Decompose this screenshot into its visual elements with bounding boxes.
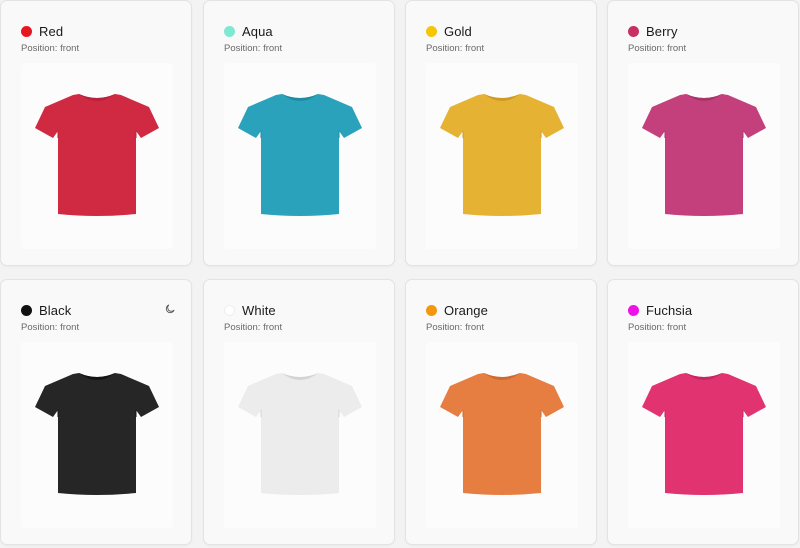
tshirt-image: [35, 94, 159, 216]
card-header: White: [224, 301, 276, 319]
card-header: Fuchsia: [628, 301, 692, 319]
color-swatch-dot: [224, 304, 235, 316]
card-header: Gold: [426, 22, 472, 40]
color-card-aqua[interactable]: Aqua Position: front: [203, 0, 395, 266]
color-swatch-dot: [628, 25, 639, 37]
color-name: Fuchsia: [646, 302, 693, 318]
tshirt-image: [35, 373, 159, 495]
tshirt-preview: [628, 63, 780, 249]
tshirt-preview: [628, 342, 780, 528]
color-swatch-dot: [21, 304, 32, 316]
tshirt-image: [440, 94, 564, 216]
tshirt-body: [642, 373, 766, 495]
tshirt-image: [238, 373, 362, 495]
tshirt-body: [440, 94, 564, 216]
moon-icon[interactable]: [164, 303, 176, 315]
position-label: Position: front: [426, 322, 485, 333]
tshirt-image: [440, 373, 564, 495]
color-name: Berry: [646, 23, 678, 39]
tshirt-body: [440, 373, 564, 495]
color-name: Red: [39, 23, 64, 39]
color-card-berry[interactable]: Berry Position: front: [607, 0, 799, 266]
color-swatch-dot: [426, 304, 437, 316]
position-label: Position: front: [224, 43, 283, 54]
tshirt-image: [642, 373, 766, 495]
card-header: Black: [21, 301, 71, 319]
tshirt-preview: [21, 342, 173, 528]
card-header: Aqua: [224, 22, 273, 40]
tshirt-preview: [21, 63, 173, 249]
color-card-orange[interactable]: Orange Position: front: [405, 279, 597, 545]
color-card-black[interactable]: Black Position: front: [0, 279, 192, 545]
color-card-white[interactable]: White Position: front: [203, 279, 395, 545]
position-label: Position: front: [628, 43, 687, 54]
tshirt-body: [238, 373, 362, 495]
position-label: Position: front: [224, 322, 283, 333]
position-label: Position: front: [21, 322, 80, 333]
color-card-gold[interactable]: Gold Position: front: [405, 0, 597, 266]
color-card-red[interactable]: Red Position: front: [0, 0, 192, 266]
color-swatch-dot: [224, 25, 235, 37]
card-header: Orange: [426, 301, 488, 319]
color-swatch-dot: [21, 25, 32, 37]
card-header: Red: [21, 22, 63, 40]
color-name: White: [242, 302, 276, 318]
position-label: Position: front: [21, 43, 80, 54]
position-label: Position: front: [628, 322, 687, 333]
tshirt-body: [642, 94, 766, 216]
tshirt-body: [238, 94, 362, 216]
tshirt-preview: [224, 342, 376, 528]
color-swatch-dot: [628, 304, 639, 316]
tshirt-preview: [426, 63, 578, 249]
color-card-fuchsia[interactable]: Fuchsia Position: front: [607, 279, 799, 545]
color-name: Black: [39, 302, 72, 318]
color-name: Gold: [444, 23, 472, 39]
card-header: Berry: [628, 22, 678, 40]
tshirt-image: [238, 94, 362, 216]
color-name: Orange: [444, 302, 488, 318]
position-label: Position: front: [426, 43, 485, 54]
tshirt-color-grid: Red Position: front Aqua Position: front…: [0, 0, 800, 548]
tshirt-body: [35, 94, 159, 216]
color-name: Aqua: [242, 23, 273, 39]
tshirt-preview: [426, 342, 578, 528]
tshirt-preview: [224, 63, 376, 249]
color-swatch-dot: [426, 25, 437, 37]
tshirt-image: [642, 94, 766, 216]
tshirt-body: [35, 373, 159, 495]
